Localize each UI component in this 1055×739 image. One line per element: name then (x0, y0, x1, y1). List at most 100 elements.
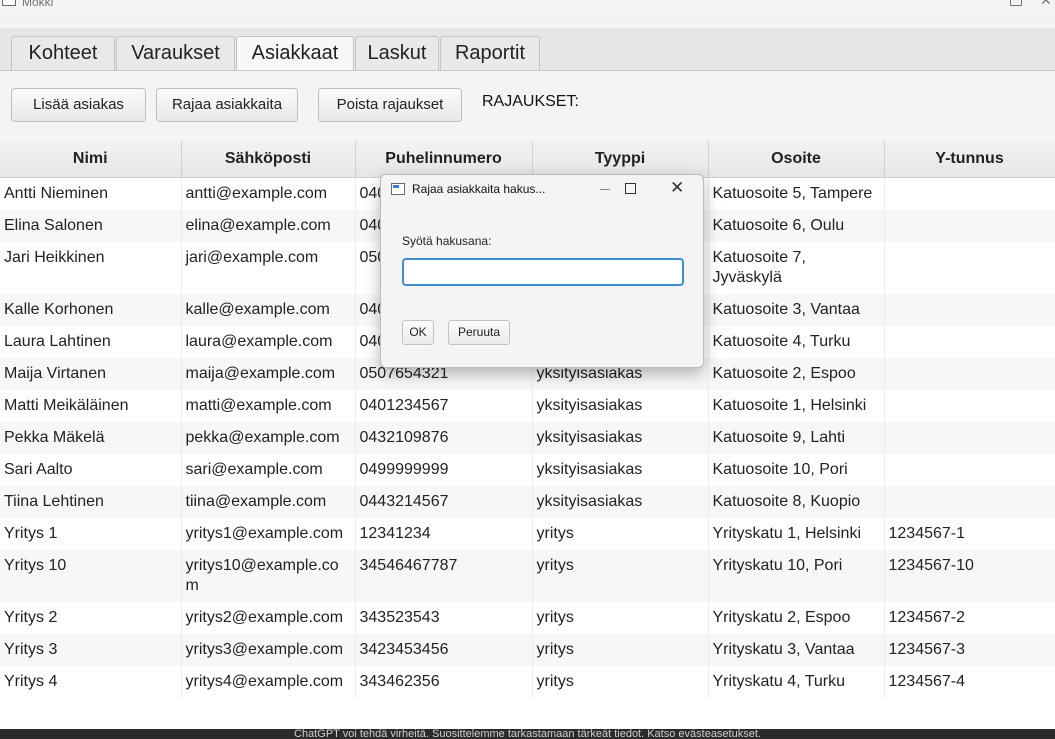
phone-cell: 0443214567 (355, 486, 533, 518)
address-cell: Yrityskatu 3, Vantaa (708, 634, 885, 666)
window-title: Mökki (22, 0, 54, 9)
business-id-cell (884, 294, 1055, 326)
tab-varaukset[interactable]: Varaukset (116, 36, 235, 70)
table-row[interactable]: Pekka Mäkelä pekka@example.com 0432109876 y… (0, 422, 1055, 454)
app-window-icon (2, 0, 16, 6)
address-cell: Katuosoite 3, Vantaa (708, 294, 885, 326)
name-cell: Tiina Lehtinen (0, 486, 182, 518)
business-id-cell (884, 390, 1055, 422)
name-cell: Pekka Mäkelä (0, 422, 182, 454)
tab-asiakkaat[interactable]: Asiakkaat (236, 36, 354, 70)
dialog-title: Rajaa asiakkaita hakus... (412, 182, 546, 196)
phone-cell: 0432109876 (355, 422, 533, 454)
add-customer-button[interactable]: Lisää asiakas (11, 88, 146, 122)
email-cell: pekka@example.com (181, 422, 356, 454)
email-cell: yritys3@example.com (181, 634, 356, 666)
email-cell: kalle@example.com (181, 294, 356, 326)
address-cell: Katuosoite 1, Helsinki (708, 390, 885, 422)
type-cell: yritys (532, 602, 709, 634)
name-cell: Elina Salonen (0, 210, 182, 242)
name-cell: Yritys 3 (0, 634, 182, 666)
tab-kohteet[interactable]: Kohteet (11, 36, 115, 70)
close-icon[interactable]: ✕ (1040, 0, 1052, 9)
search-input[interactable] (402, 258, 684, 286)
type-cell: yritys (532, 634, 709, 666)
column-header-nimi[interactable]: Nimi (0, 141, 182, 178)
table-row[interactable]: Yritys 3 yritys3@example.com 3423453456 yri… (0, 634, 1055, 666)
dialog-minimize-icon[interactable] (600, 189, 610, 190)
address-cell: Katuosoite 5, Tampere (708, 177, 885, 210)
address-cell: Katuosoite 9, Lahti (708, 422, 885, 454)
maximize-icon[interactable] (1010, 0, 1022, 6)
dialog-window-icon (391, 183, 405, 195)
address-cell: Katuosoite 6, Oulu (708, 210, 885, 242)
tab-raportit[interactable]: Raportit (440, 36, 540, 70)
address-cell: Katuosoite 4, Turku (708, 326, 885, 358)
table-row[interactable]: Yritys 4 yritys4@example.com 343462356 yrit… (0, 666, 1055, 698)
table-row[interactable]: Yritys 10 yritys10@example.com 34546467787… (0, 550, 1055, 602)
address-cell: Yrityskatu 2, Espoo (708, 602, 885, 634)
type-cell: yksityisasiakas (532, 486, 709, 518)
business-id-cell (884, 210, 1055, 242)
name-cell: Matti Meikäläinen (0, 390, 182, 422)
table-row[interactable]: Yritys 1 yritys1@example.com 12341234 yrity… (0, 518, 1055, 550)
business-id-cell (884, 454, 1055, 486)
cancel-button[interactable]: Peruuta (448, 320, 510, 345)
column-header-puhelinnumero[interactable]: Puhelinnumero (355, 141, 533, 178)
search-prompt-label: Syötä hakusana: (402, 234, 492, 248)
email-cell: yritys1@example.com (181, 518, 356, 550)
dialog-close-icon[interactable]: ✕ (670, 178, 684, 198)
type-cell: yritys (532, 666, 709, 698)
address-cell: Yrityskatu 1, Helsinki (708, 518, 885, 550)
table-row[interactable]: Matti Meikäläinen matti@example.com 040123… (0, 390, 1055, 422)
clear-filters-button[interactable]: Poista rajaukset (318, 88, 462, 122)
email-cell: yritys2@example.com (181, 602, 356, 634)
business-id-cell: 1234567-1 (884, 518, 1055, 550)
name-cell: Maija Virtanen (0, 358, 182, 390)
email-cell: yritys10@example.com (181, 550, 356, 602)
business-id-cell (884, 242, 1055, 294)
type-cell: yksityisasiakas (532, 422, 709, 454)
ok-button[interactable]: OK (402, 320, 434, 345)
name-cell: Yritys 4 (0, 666, 182, 698)
type-cell: yksityisasiakas (532, 390, 709, 422)
table-row[interactable]: Yritys 2 yritys2@example.com 343523543 yrit… (0, 602, 1055, 634)
business-id-cell: 1234567-4 (884, 666, 1055, 698)
name-cell: Sari Aalto (0, 454, 182, 486)
phone-cell: 34546467787 (355, 550, 533, 602)
business-id-cell (884, 486, 1055, 518)
table-header-row: Nimi Sähköposti Puhelinnumero Tyyppi Oso… (0, 141, 1055, 178)
dialog-titlebar: Rajaa asiakkaita hakus... ✕ (381, 175, 703, 205)
dialog-maximize-icon[interactable] (625, 183, 636, 194)
business-id-cell: 1234567-3 (884, 634, 1055, 666)
address-cell: Katuosoite 10, Pori (708, 454, 885, 486)
email-cell: laura@example.com (181, 326, 356, 358)
address-cell: Yrityskatu 4, Turku (708, 666, 885, 698)
name-cell: Jari Heikkinen (0, 242, 182, 294)
tab-laskut[interactable]: Laskut (355, 36, 439, 70)
email-cell: jari@example.com (181, 242, 356, 294)
business-id-cell: 1234567-2 (884, 602, 1055, 634)
business-id-cell: 1234567-10 (884, 550, 1055, 602)
name-cell: Antti Nieminen (0, 177, 182, 210)
email-cell: tiina@example.com (181, 486, 356, 518)
phone-cell: 0401234567 (355, 390, 533, 422)
email-cell: elina@example.com (181, 210, 356, 242)
column-header-sahkoposti[interactable]: Sähköposti (181, 141, 356, 178)
address-cell: Katuosoite 8, Kuopio (708, 486, 885, 518)
column-header-y-tunnus[interactable]: Y-tunnus (884, 141, 1055, 178)
business-id-cell (884, 326, 1055, 358)
phone-cell: 3423453456 (355, 634, 533, 666)
window-titlebar: Mökki ✕ (0, 0, 1055, 22)
email-cell: maija@example.com (181, 358, 356, 390)
table-row[interactable]: Sari Aalto sari@example.com 0499999999 yksi… (0, 454, 1055, 486)
column-header-osoite[interactable]: Osoite (708, 141, 885, 178)
table-row[interactable]: Tiina Lehtinen tiina@example.com 044321456… (0, 486, 1055, 518)
column-header-tyyppi[interactable]: Tyyppi (532, 141, 709, 178)
business-id-cell (884, 177, 1055, 210)
toolbar: Lisää asiakas Rajaa asiakkaita Poista ra… (0, 71, 1055, 141)
filters-label: RAJAUKSET: (482, 93, 579, 110)
address-cell: Katuosoite 7, Jyväskylä (708, 242, 885, 294)
address-cell: Katuosoite 2, Espoo (708, 358, 885, 390)
filter-customers-button[interactable]: Rajaa asiakkaita (156, 88, 298, 122)
